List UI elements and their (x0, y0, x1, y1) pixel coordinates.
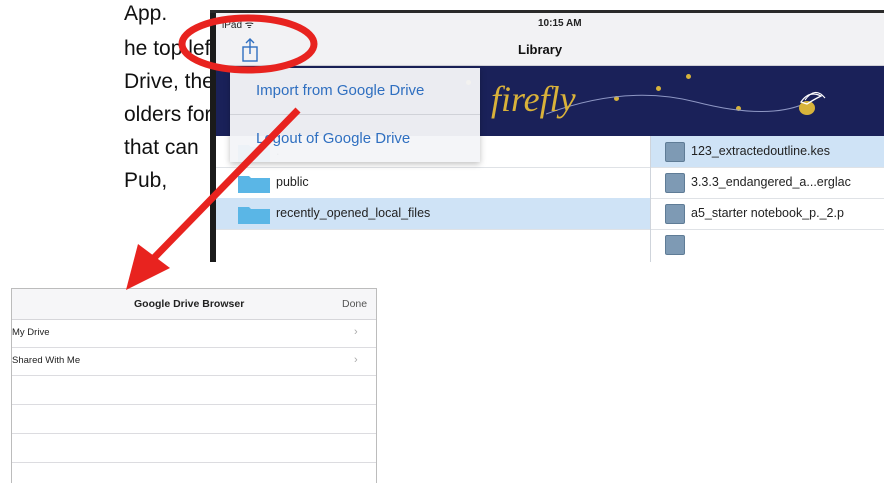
file-icon (665, 142, 685, 162)
list-item[interactable]: recently_opened_local_files (216, 198, 650, 230)
list-item-my-drive[interactable]: My Drive › (12, 320, 376, 346)
page-title: Library (518, 42, 563, 57)
ipad-library-screenshot: iPad ᯤ 10:15 AM Library firefly public r… (210, 10, 884, 262)
menu-item-label: Import from Google Drive (256, 82, 425, 99)
status-bar: iPad ᯤ 10:15 AM (216, 13, 884, 35)
status-time: 10:15 AM (538, 18, 582, 29)
folder-name: recently_opened_local_files (276, 206, 431, 220)
share-icon[interactable] (238, 37, 262, 63)
item-label: Shared With Me (12, 355, 81, 366)
carrier-label: iPad ᯤ (222, 20, 254, 31)
folder-icon (238, 173, 270, 193)
instruction-line: Pub, (124, 169, 168, 192)
divider (12, 433, 376, 434)
chevron-right-icon: › (354, 326, 358, 338)
file-list: 123_extractedoutline.kes 3.3.3_endangere… (650, 136, 884, 262)
menu-item-label: Logout of Google Drive (256, 130, 411, 147)
browser-title: Google Drive Browser (134, 298, 245, 310)
instruction-line: Drive, then (124, 70, 210, 93)
instruction-line: he top left, (124, 37, 210, 60)
folder-name: public (276, 175, 309, 189)
item-label: My Drive (12, 327, 50, 338)
nav-bar: Library (216, 35, 884, 66)
list-item[interactable]: public (216, 167, 650, 199)
file-name: 3.3.3_endangered_a...erglac (691, 175, 851, 189)
divider (230, 114, 480, 115)
divider (12, 404, 376, 405)
share-popover-menu: Import from Google Drive Logout of Googl… (230, 68, 480, 162)
instruction-line: that can (124, 136, 199, 159)
chevron-right-icon: › (354, 354, 358, 366)
list-item[interactable]: 3.3.3_endangered_a...erglac (651, 167, 884, 199)
file-name: 123_extractedoutline.kes (691, 144, 830, 158)
logout-google-drive-button[interactable]: Logout of Google Drive (230, 116, 480, 160)
list-item[interactable]: a5_starter notebook_p._2.p (651, 198, 884, 230)
instruction-line: olders for (124, 103, 210, 126)
done-button[interactable]: Done (342, 298, 367, 310)
list-item-shared-with-me[interactable]: Shared With Me › (12, 348, 376, 374)
import-from-google-drive-button[interactable]: Import from Google Drive (230, 68, 480, 112)
folder-icon (238, 204, 270, 224)
instruction-line: App. (124, 2, 168, 25)
divider (12, 375, 376, 376)
file-icon (665, 173, 685, 193)
list-item[interactable] (651, 229, 884, 260)
divider (12, 462, 376, 463)
file-name: a5_starter notebook_p._2.p (691, 206, 844, 220)
google-drive-browser: Google Drive Browser Done My Drive › Sha… (11, 288, 377, 483)
instruction-text: App. he top left, Drive, then olders for… (0, 0, 210, 300)
browser-header: Google Drive Browser Done (12, 289, 376, 320)
firefly-icon (791, 88, 827, 122)
list-item[interactable]: 123_extractedoutline.kes (651, 136, 884, 168)
firefly-logo: firefly (491, 79, 576, 119)
file-icon (665, 204, 685, 224)
file-icon (665, 235, 685, 255)
